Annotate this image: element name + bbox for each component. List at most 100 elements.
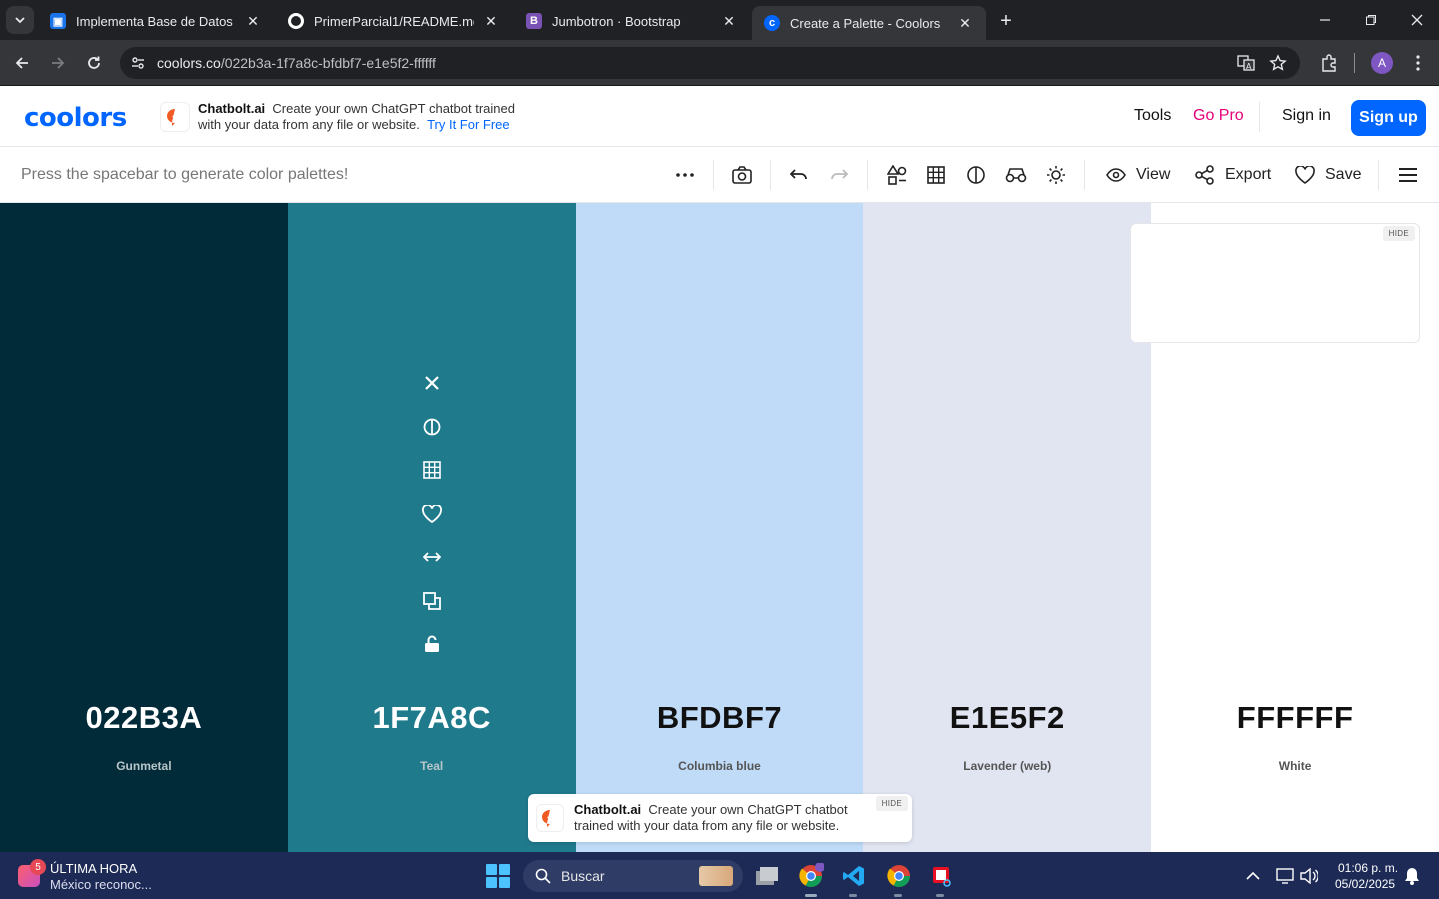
color-swatch[interactable]: E1E5F2 Lavender (web) [863,203,1152,852]
remove-color-icon[interactable] [420,371,444,395]
restore-icon[interactable] [1359,8,1383,32]
color-hex-label[interactable]: BFDBF7 [576,700,864,736]
chatbolt-logo-icon[interactable] [160,102,190,132]
browser-menu-icon[interactable] [1406,51,1430,75]
windows-taskbar: 5 ÚLTIMA HORA México reconoc... Buscar 0… [0,852,1439,899]
omnibox[interactable]: coolors.co/022b3a-1f7a8c-bfdbf7-e1e5f2-f… [120,47,1300,79]
hide-ad-button[interactable]: HIDE [1382,226,1415,241]
undo-icon[interactable] [787,163,811,187]
back-icon[interactable] [10,51,34,75]
save-button[interactable]: Save [1295,163,1361,187]
color-name-label: Columbia blue [678,759,761,773]
svg-text:A: A [1246,62,1252,71]
news-subtitle[interactable]: México reconoc... [50,877,152,892]
extensions-icon[interactable] [1317,51,1341,75]
sign-in-link[interactable]: Sign in [1282,107,1331,125]
coolors-logo[interactable]: coolors [24,103,127,133]
color-swatch[interactable]: BFDBF7 Columbia blue [575,203,864,852]
new-tab-button[interactable]: + [994,9,1018,33]
shades-icon[interactable] [420,415,444,439]
tools-link[interactable]: Tools [1134,107,1171,125]
ad-banner[interactable]: Chatbolt.ai Create your own ChatGPT chat… [198,101,515,133]
browser-tab-bar: ▣ Implementa Base de Datos Rela ✕ Primer… [0,0,1439,40]
notification-bell-icon[interactable] [1402,866,1422,886]
divider [1259,102,1260,132]
forward-icon[interactable] [46,51,70,75]
spacebar-hint: Press the spacebar to generate color pal… [21,166,349,183]
color-hex-label[interactable]: 022B3A [0,700,288,736]
close-tab-icon[interactable]: ✕ [956,14,974,32]
file-explorer-icon[interactable] [753,862,781,890]
news-badge: 5 [30,859,46,875]
view-button[interactable]: View [1106,163,1170,187]
color-hex-label[interactable]: FFFFFF [1151,700,1439,736]
color-swatch[interactable]: 022B3A Gunmetal [0,203,288,852]
clock-time[interactable]: 01:06 p. m. [1338,861,1398,875]
adjust-palette-icon[interactable] [885,163,909,187]
ad-box[interactable]: HIDE [1130,223,1420,343]
running-app-indicator [894,894,902,897]
brightness-icon[interactable] [1044,163,1068,187]
copy-hex-icon[interactable] [420,589,444,613]
translate-icon[interactable]: A [1234,51,1258,75]
browser-tab[interactable]: ▣ Implementa Base de Datos Rela ✕ [38,6,274,36]
snipping-tool-icon[interactable] [928,862,956,890]
favorite-heart-icon[interactable] [420,502,444,526]
taskbar-search[interactable]: Buscar [523,860,743,892]
hamburger-menu-icon[interactable] [1396,163,1420,187]
close-tab-icon[interactable]: ✕ [244,12,262,30]
address-bar-row: coolors.co/022b3a-1f7a8c-bfdbf7-e1e5f2-f… [0,40,1439,86]
hide-toast-button[interactable]: HIDE [875,796,908,811]
profile-avatar[interactable]: A [1371,52,1393,74]
grid-icon[interactable] [924,163,948,187]
sign-up-button[interactable]: Sign up [1351,100,1426,136]
tray-overflow-icon[interactable] [1243,866,1263,886]
ad-toast[interactable]: Chatbolt.ai Create your own ChatGPT chat… [528,794,912,842]
color-hex-label[interactable]: 1F7A8C [288,700,576,736]
drag-arrows-icon[interactable] [420,545,444,569]
bootstrap-icon: B [526,13,542,29]
close-tab-icon[interactable]: ✕ [720,12,738,30]
share-icon [1195,165,1215,185]
redo-icon[interactable] [827,163,851,187]
volume-icon[interactable] [1299,866,1319,886]
close-window-icon[interactable] [1405,8,1429,32]
news-headline[interactable]: ÚLTIMA HORA [50,861,137,876]
eye-icon [1106,168,1126,182]
site-info-icon[interactable] [126,51,150,75]
color-name-label: Teal [420,759,444,773]
vscode-icon[interactable] [840,862,868,890]
browser-tab[interactable]: PrimerParcial1/README.md at m ✕ [276,6,512,36]
swatch-tools [420,371,444,676]
minimize-icon[interactable] [1313,8,1337,32]
divider [867,160,868,190]
export-button[interactable]: Export [1195,163,1271,187]
windows-start-icon[interactable] [486,864,510,888]
color-hex-label[interactable]: E1E5F2 [863,700,1151,736]
try-free-link[interactable]: Try It For Free [427,117,510,132]
reload-icon[interactable] [82,51,106,75]
browser-tab[interactable]: B Jumbotron · Bootstrap ✕ [514,6,750,36]
bookmark-star-icon[interactable] [1266,51,1290,75]
browser-tab-active[interactable]: c Create a Palette - Coolors ✕ [752,6,986,40]
chevron-down-icon [15,17,25,24]
grid-icon[interactable] [420,458,444,482]
color-swatch[interactable]: 1F7A8C Teal [287,203,576,852]
coolors-favicon-icon: c [764,15,780,31]
chrome-icon[interactable] [885,862,913,890]
color-blindness-icon[interactable] [1004,163,1028,187]
go-pro-link[interactable]: Go Pro [1193,107,1244,125]
network-icon[interactable] [1275,866,1295,886]
divider [1378,160,1379,190]
lock-open-icon[interactable] [420,632,444,656]
heart-icon [1295,166,1315,184]
divider [713,160,714,190]
camera-icon[interactable] [730,163,754,187]
more-options-icon[interactable] [673,163,697,187]
chrome-profile-icon[interactable] [797,862,825,890]
contrast-icon[interactable] [964,163,988,187]
tab-list-button[interactable] [6,6,34,34]
close-tab-icon[interactable]: ✕ [482,12,500,30]
clock-date[interactable]: 05/02/2025 [1335,877,1395,891]
color-name-label: White [1278,759,1312,773]
